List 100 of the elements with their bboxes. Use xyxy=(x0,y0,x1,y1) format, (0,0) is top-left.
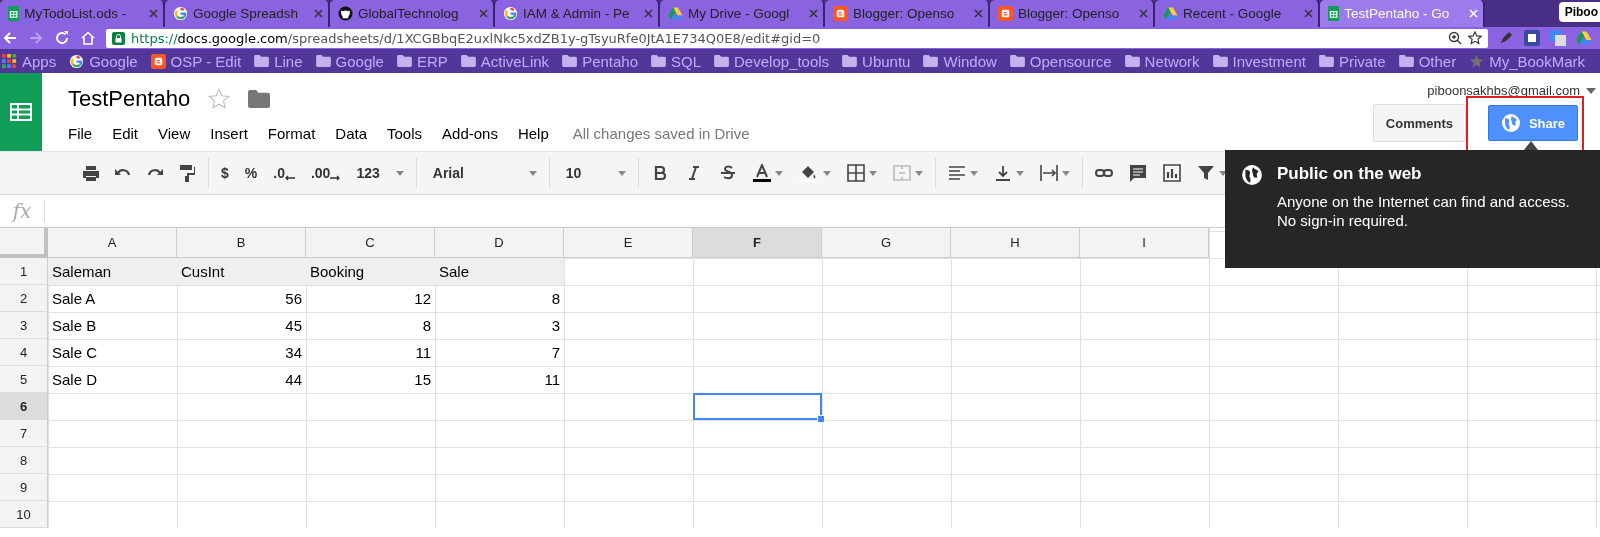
bookmark[interactable]: ERP xyxy=(396,52,448,70)
row-header[interactable]: 5 xyxy=(0,366,48,393)
increase-decimals-button[interactable]: .00 xyxy=(310,165,341,181)
bookmark-star-icon[interactable] xyxy=(1468,31,1482,45)
close-icon[interactable] xyxy=(1139,9,1148,18)
bookmark[interactable]: My_BookMark xyxy=(1469,52,1585,70)
row-header[interactable]: 10 xyxy=(0,501,48,528)
extension-icon[interactable] xyxy=(1524,30,1540,46)
percent-format-button[interactable]: % xyxy=(244,165,258,181)
browser-tab[interactable]: Blogger: Openso xyxy=(990,0,1155,27)
filter-icon[interactable] xyxy=(1196,164,1215,182)
paint-roller-icon[interactable] xyxy=(178,164,196,182)
align-bottom-icon[interactable] xyxy=(993,164,1012,182)
text-wrap-icon[interactable] xyxy=(1039,164,1058,182)
bookmark[interactable]: Google xyxy=(69,52,138,70)
bookmark[interactable]: OSP - Edit xyxy=(150,52,242,70)
menu-item[interactable]: Edit xyxy=(102,125,149,142)
merge-cells-icon[interactable] xyxy=(892,164,911,182)
bookmark[interactable]: Network xyxy=(1124,52,1200,70)
menu-item[interactable]: Insert xyxy=(200,125,258,142)
folder-icon[interactable] xyxy=(248,90,271,108)
print-icon[interactable] xyxy=(82,164,100,182)
close-icon[interactable] xyxy=(1304,9,1313,18)
decrease-decimals-button[interactable]: .0 xyxy=(273,165,295,181)
font-dropdown[interactable]: Arial xyxy=(428,165,537,181)
chart-icon[interactable] xyxy=(1162,164,1181,182)
column-header[interactable]: E xyxy=(564,228,693,258)
close-icon[interactable] xyxy=(644,9,653,18)
row-header[interactable]: 9 xyxy=(0,474,48,501)
browser-tab[interactable]: Google Spreadsh xyxy=(165,0,330,27)
close-icon[interactable] xyxy=(809,9,818,18)
star-icon[interactable] xyxy=(208,88,231,110)
zoom-icon[interactable] xyxy=(1448,31,1462,45)
browser-tab[interactable]: My Drive - Googl xyxy=(660,0,825,27)
close-icon[interactable] xyxy=(479,9,488,18)
forward-arrow-icon[interactable] xyxy=(28,30,44,46)
row-header[interactable]: 2 xyxy=(0,285,48,312)
bookmark[interactable]: Apps xyxy=(2,52,57,70)
bookmark[interactable]: Window xyxy=(923,52,997,70)
align-left-icon[interactable] xyxy=(947,164,966,182)
browser-tab[interactable]: IAM & Admin - Pe xyxy=(495,0,660,27)
strikethrough-icon[interactable] xyxy=(718,164,737,182)
column-header[interactable]: D xyxy=(435,228,564,258)
comments-button[interactable]: Comments xyxy=(1372,104,1466,142)
account-email[interactable]: piboonsakhbs@gmail.com xyxy=(1427,83,1580,98)
currency-format-button[interactable]: $ xyxy=(221,165,229,181)
row-header[interactable]: 1 xyxy=(0,258,48,285)
bookmark[interactable]: ActiveLink xyxy=(460,52,550,70)
bookmark[interactable]: Opensource xyxy=(1009,52,1112,70)
profile-name[interactable]: Piboo xyxy=(1558,2,1600,22)
column-header[interactable]: F xyxy=(693,228,822,258)
browser-tab[interactable]: Recent - Google xyxy=(1155,0,1320,27)
browser-tab[interactable]: GlobalTechnolog xyxy=(330,0,495,27)
translate-icon[interactable] xyxy=(1550,30,1566,46)
column-header[interactable]: B xyxy=(177,228,306,258)
bookmark[interactable]: Line xyxy=(254,52,303,70)
back-arrow-icon[interactable] xyxy=(2,30,18,46)
menu-item[interactable]: Data xyxy=(325,125,377,142)
menu-item[interactable]: Format xyxy=(257,125,326,142)
column-header[interactable]: C xyxy=(306,228,435,258)
document-title[interactable]: TestPentaho xyxy=(68,86,191,112)
close-icon[interactable] xyxy=(974,9,983,18)
url-field[interactable]: https://docs.google.com/spreadsheets/d/1XCGBbqE2uxlNkc5xdZB1y-gTsyuRfe0JtA1E734Q0E8/edit#gid=0 xyxy=(106,28,1488,48)
row-header[interactable]: 3 xyxy=(0,312,48,339)
browser-tab[interactable]: Blogger: Openso xyxy=(825,0,990,27)
active-cell[interactable] xyxy=(693,393,822,420)
menu-item[interactable]: Help xyxy=(507,125,559,142)
menu-item[interactable]: Tools xyxy=(377,125,433,142)
column-header[interactable]: G xyxy=(822,228,951,258)
bookmark[interactable]: Ubuntu xyxy=(842,52,911,70)
column-header[interactable]: A xyxy=(48,228,177,258)
row-header[interactable]: 4 xyxy=(0,339,48,366)
browser-tab[interactable]: MyTodoList.ods - xyxy=(0,0,165,27)
bookmark[interactable]: Private xyxy=(1318,52,1386,70)
bookmark[interactable]: Other xyxy=(1398,52,1457,70)
menu-item[interactable]: Add-ons xyxy=(432,125,508,142)
font-size-dropdown[interactable]: 10 xyxy=(561,165,626,181)
bookmark[interactable]: Pentaho xyxy=(562,52,638,70)
home-icon[interactable] xyxy=(80,30,96,46)
row-header[interactable]: 7 xyxy=(0,420,48,447)
comment-icon[interactable] xyxy=(1128,164,1147,182)
menu-item[interactable]: View xyxy=(148,125,201,142)
bookmark[interactable]: SQL xyxy=(651,52,702,70)
borders-icon[interactable] xyxy=(846,164,865,182)
paint-bucket-icon[interactable] xyxy=(798,164,819,182)
reload-icon[interactable] xyxy=(54,30,70,46)
column-header[interactable]: I xyxy=(1080,228,1209,258)
bookmark[interactable]: Develop_tools xyxy=(714,52,830,70)
close-icon[interactable] xyxy=(314,9,323,18)
menu-item[interactable]: File xyxy=(68,125,103,142)
sheets-logo-icon[interactable] xyxy=(0,73,42,151)
close-icon[interactable] xyxy=(149,9,158,18)
more-formats-button[interactable]: 123 xyxy=(356,165,380,181)
column-header[interactable]: H xyxy=(951,228,1080,258)
bookmark[interactable]: Investment xyxy=(1212,52,1306,70)
row-header[interactable]: 8 xyxy=(0,447,48,474)
pencil-icon[interactable] xyxy=(1498,30,1514,46)
row-header[interactable]: 6 xyxy=(0,393,48,420)
text-color-icon[interactable] xyxy=(752,164,771,182)
bookmark[interactable]: Google xyxy=(315,52,384,70)
